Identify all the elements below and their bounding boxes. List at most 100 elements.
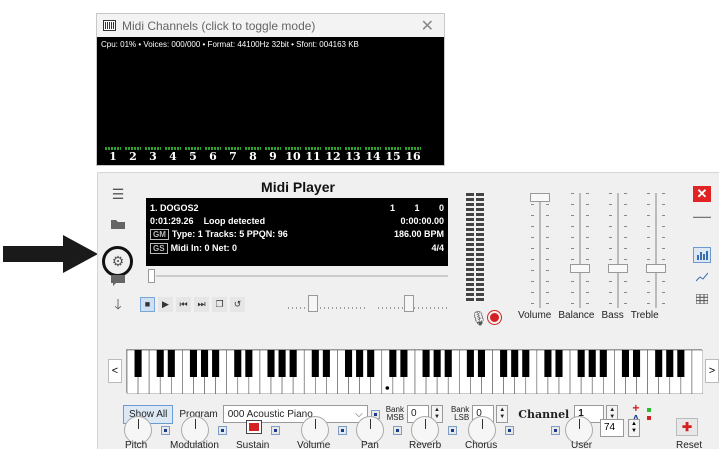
channel-13[interactable]: 13 bbox=[343, 147, 363, 163]
close-icon[interactable]: ✕ bbox=[421, 16, 434, 36]
channel-11[interactable]: 11 bbox=[303, 147, 323, 163]
pitch-toggle[interactable] bbox=[161, 426, 170, 435]
black-key[interactable] bbox=[134, 350, 142, 377]
black-key[interactable] bbox=[367, 350, 375, 377]
grid-view-icon[interactable] bbox=[693, 291, 711, 307]
black-key[interactable] bbox=[200, 350, 209, 377]
black-key[interactable] bbox=[466, 350, 474, 377]
user-spinner[interactable]: ▲ ▼ bbox=[628, 419, 640, 437]
keyboard-right-icon[interactable]: > bbox=[705, 359, 719, 383]
black-key[interactable] bbox=[555, 350, 563, 377]
play-icon[interactable]: ▶ bbox=[158, 296, 173, 312]
black-key[interactable] bbox=[356, 350, 364, 377]
minimize-icon[interactable]: — bbox=[693, 206, 711, 226]
black-key[interactable] bbox=[500, 350, 508, 377]
black-key[interactable] bbox=[632, 350, 641, 377]
seek-slider[interactable] bbox=[148, 269, 448, 283]
bank-lsb-spinner[interactable]: ▲ ▼ bbox=[496, 405, 509, 423]
menu-icon[interactable]: ☰ bbox=[108, 185, 128, 203]
channel-8[interactable]: 8 bbox=[243, 147, 263, 163]
pan-toggle[interactable] bbox=[393, 426, 402, 435]
window-icon[interactable]: ❐ bbox=[212, 296, 227, 312]
black-key[interactable] bbox=[544, 350, 552, 377]
white-key[interactable] bbox=[691, 349, 704, 395]
previous-icon[interactable]: ⏮ bbox=[176, 296, 191, 312]
channel-number-strip[interactable]: 1 2 3 4 5 6 7 8 9 10 11 12 13 14 15 16 bbox=[103, 147, 423, 163]
black-key[interactable] bbox=[156, 350, 164, 377]
black-key[interactable] bbox=[322, 350, 330, 377]
black-key[interactable] bbox=[212, 350, 220, 377]
add-icon[interactable]: + bbox=[632, 402, 639, 414]
black-key[interactable] bbox=[588, 350, 596, 377]
channel-16[interactable]: 16 bbox=[403, 147, 423, 163]
keyboard-left-icon[interactable]: < bbox=[108, 359, 122, 383]
loop-icon[interactable]: ↺ bbox=[230, 296, 245, 312]
black-key[interactable] bbox=[511, 350, 519, 377]
black-key[interactable] bbox=[389, 350, 397, 377]
channel-15[interactable]: 15 bbox=[383, 147, 403, 163]
channel-9[interactable]: 9 bbox=[263, 147, 283, 163]
midi-channels-window[interactable]: Midi Channels (click to toggle mode) ✕ C… bbox=[96, 13, 445, 166]
record-icon[interactable] bbox=[487, 310, 502, 325]
volume-toggle[interactable] bbox=[338, 426, 347, 435]
channel-1[interactable]: 1 bbox=[103, 147, 123, 163]
black-key[interactable] bbox=[477, 350, 486, 377]
reverb-toggle[interactable] bbox=[448, 426, 457, 435]
balance-slider[interactable] bbox=[570, 193, 590, 308]
black-key[interactable] bbox=[599, 350, 607, 377]
black-key[interactable] bbox=[189, 350, 198, 377]
black-key[interactable] bbox=[655, 350, 663, 377]
black-key[interactable] bbox=[267, 350, 275, 377]
line-graph-icon[interactable] bbox=[693, 269, 711, 285]
black-key[interactable] bbox=[444, 350, 452, 377]
black-key[interactable] bbox=[400, 350, 408, 377]
chat-icon[interactable] bbox=[108, 271, 128, 289]
treble-slider[interactable] bbox=[646, 193, 666, 308]
modulation-toggle[interactable] bbox=[218, 426, 227, 435]
black-key[interactable] bbox=[278, 350, 286, 377]
channel-7[interactable]: 7 bbox=[223, 147, 243, 163]
channel-12[interactable]: 12 bbox=[323, 147, 343, 163]
black-key[interactable] bbox=[344, 350, 353, 377]
next-icon[interactable]: ⏭ bbox=[194, 296, 209, 312]
black-key[interactable] bbox=[522, 350, 530, 377]
black-key[interactable] bbox=[677, 350, 685, 377]
black-key[interactable] bbox=[245, 350, 253, 377]
chorus-toggle[interactable] bbox=[505, 426, 514, 435]
user-toggle[interactable] bbox=[551, 426, 560, 435]
channel-2[interactable]: 2 bbox=[123, 147, 143, 163]
folder-icon[interactable] bbox=[108, 214, 128, 232]
bass-slider[interactable] bbox=[608, 193, 628, 308]
stop-icon[interactable]: ■ bbox=[140, 296, 155, 312]
channel-5[interactable]: 5 bbox=[183, 147, 203, 163]
program-select[interactable]: 000 Acoustic Piano ⌵ bbox=[222, 405, 368, 423]
midi-channels-titlebar[interactable]: Midi Channels (click to toggle mode) ✕ bbox=[97, 14, 444, 37]
piano-keys[interactable] bbox=[126, 349, 704, 395]
microphone-icon[interactable]: 🎙 bbox=[470, 310, 488, 327]
black-key[interactable] bbox=[433, 350, 441, 377]
channel-6[interactable]: 6 bbox=[203, 147, 223, 163]
tempo-slider[interactable] bbox=[288, 295, 368, 313]
sustain-toggle[interactable] bbox=[271, 426, 280, 435]
black-key[interactable] bbox=[422, 350, 430, 377]
black-key[interactable] bbox=[167, 350, 175, 377]
black-key[interactable] bbox=[234, 350, 242, 377]
seek-thumb[interactable] bbox=[148, 269, 155, 283]
black-key[interactable] bbox=[666, 350, 674, 377]
black-key[interactable] bbox=[311, 350, 319, 377]
midi-channels-title[interactable]: Midi Channels (click to toggle mode) bbox=[122, 19, 315, 33]
channel-4[interactable]: 4 bbox=[163, 147, 183, 163]
channel-10[interactable]: 10 bbox=[283, 147, 303, 163]
channel-14[interactable]: 14 bbox=[363, 147, 383, 163]
close-player-icon[interactable]: ✕ bbox=[693, 186, 711, 202]
user-value-input[interactable]: 74 bbox=[600, 419, 624, 437]
bar-graph-icon[interactable] bbox=[693, 247, 711, 263]
black-key[interactable] bbox=[577, 350, 585, 377]
gear-icon[interactable]: ⚙ bbox=[108, 252, 128, 270]
reset-icon[interactable]: ✚ bbox=[676, 418, 698, 436]
black-key[interactable] bbox=[621, 350, 630, 377]
sustain-pedal-icon[interactable] bbox=[246, 420, 262, 434]
channel-3[interactable]: 3 bbox=[143, 147, 163, 163]
arrow-down-icon[interactable]: 🡓 bbox=[108, 296, 128, 315]
black-key[interactable] bbox=[289, 350, 297, 377]
